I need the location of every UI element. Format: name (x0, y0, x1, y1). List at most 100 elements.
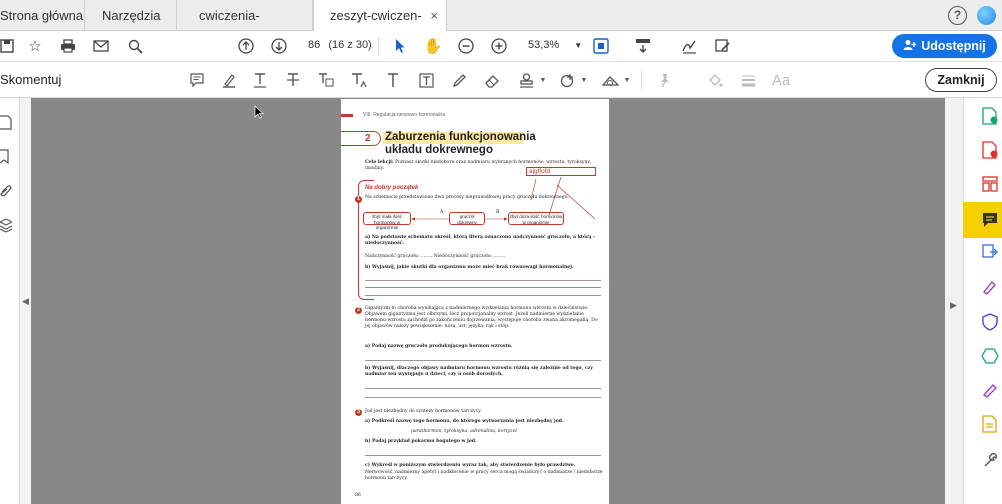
task-1a-answer: Nadczynność gruczołu: ........ Niedoczyn… (365, 254, 506, 259)
zoom-in-icon[interactable] (488, 35, 510, 57)
chevron-left-icon: ◀ (22, 296, 29, 306)
mouse-cursor-icon (254, 105, 264, 124)
right-panel-toggle[interactable]: ▶ (945, 98, 963, 504)
task-2a: a) Podaj nazwę gruczołu produkującego ho… (365, 344, 513, 349)
share-label: Udostępnij (921, 39, 986, 53)
add-user-icon (903, 39, 917, 54)
task-2-number: 2 (355, 307, 362, 314)
chevron-right-icon: ▶ (950, 300, 957, 310)
task-3b: b) Podaj przykład pokarmu bogatego w jod… (365, 439, 477, 444)
tab-tools[interactable]: Narzędzia (85, 0, 177, 31)
sign-icon[interactable] (678, 35, 700, 57)
answer-line (365, 280, 601, 281)
answer-line (365, 397, 601, 398)
avatar[interactable] (977, 6, 996, 25)
hand-tool-icon[interactable]: ✋ (422, 35, 444, 57)
tab-document-2[interactable]: zeszyt-cwiczen-puls... × (313, 0, 447, 54)
left-panel-toggle[interactable]: ◀ (20, 98, 31, 504)
scroll-mode-icon[interactable] (632, 35, 654, 57)
task-3-text: Jod jest niezbędny do syntezy hormonów t… (365, 409, 482, 414)
stamp-dropdown-icon[interactable]: ▼ (533, 70, 553, 90)
goal-label: Cele lekcji: (365, 160, 394, 165)
task-1-number: 1 (355, 196, 362, 203)
fit-page-icon[interactable] (590, 35, 612, 57)
page-header: VIII. Regulacja nerwowo-hormonalna (363, 112, 445, 118)
task-1-intro: Na schemacie przedstawiono dwa procesy n… (365, 195, 569, 200)
thumbnails-icon[interactable] (0, 115, 14, 131)
share-button[interactable]: Udostępnij (892, 34, 997, 58)
replace-text-icon[interactable] (316, 70, 336, 90)
eraser-icon[interactable] (482, 70, 502, 90)
enhance-scans-icon[interactable] (981, 347, 999, 365)
diagram-label-a: A (440, 210, 444, 215)
fill-and-sign-icon[interactable] (981, 278, 999, 296)
pin-icon[interactable] (655, 70, 675, 90)
create-pdf-icon[interactable] (981, 141, 999, 159)
annotation-text: ajgffofd (529, 168, 551, 175)
pdf-page[interactable]: VIII. Regulacja nerwowo-hormonalna 2 Zab… (341, 99, 609, 504)
add-text-icon[interactable] (383, 70, 403, 90)
zoom-select[interactable]: 53,3% ▼ (528, 39, 582, 51)
close-tab-icon[interactable]: × (430, 0, 438, 31)
highlight-icon[interactable] (219, 70, 239, 90)
chevron-down-icon: ▼ (574, 41, 583, 50)
task-3a: a) Podkreśl nazwę tego hormonu, do które… (365, 419, 564, 424)
divider (641, 70, 642, 90)
diagram-label-b: B (496, 210, 500, 215)
start-title: Na dobry początek (365, 185, 419, 191)
organize-pages-icon[interactable] (981, 175, 999, 193)
task-1b: b) Wyjaśnij, jakie skutki dla organizmu … (365, 265, 574, 270)
more-tools-document-icon[interactable] (981, 415, 999, 433)
previous-page-icon[interactable] (235, 35, 257, 57)
layers-icon[interactable] (0, 218, 14, 234)
save-icon[interactable] (0, 35, 18, 57)
main-toolbar: ☆ 86 (16 z 30) ✋ 53,3% ▼ (0, 31, 1002, 62)
pencil-icon[interactable] (449, 70, 469, 90)
protect-icon[interactable] (981, 313, 999, 331)
edit-pdf-icon[interactable] (981, 381, 999, 399)
search-icon[interactable] (124, 35, 146, 57)
diagram-right-box: zbyt duża ilość hormonów w organizmie (508, 212, 564, 225)
attachments-icon[interactable] (0, 184, 14, 200)
tab-tools-label: Narzędzia (102, 8, 161, 23)
section-number: 2 (365, 133, 371, 144)
text-font-icon[interactable]: Aa (771, 70, 791, 90)
tab-home[interactable]: Strona główna (0, 0, 85, 31)
line-style-icon[interactable] (738, 70, 758, 90)
select-cursor-icon[interactable] (389, 35, 411, 57)
export-pdf-icon[interactable] (981, 107, 999, 125)
combine-files-icon[interactable] (981, 244, 999, 262)
page-indicator[interactable]: 86 (16 z 30) (300, 39, 372, 51)
fill-color-icon[interactable] (705, 70, 725, 90)
task-1a: a) Na podstawie schematu określ, którą l… (365, 235, 596, 246)
answer-line (365, 455, 601, 456)
sticky-note-icon[interactable] (187, 70, 207, 90)
divider (378, 37, 379, 56)
page-number: 86 (355, 493, 361, 498)
comment-tool-icon[interactable] (981, 211, 999, 229)
bookmark-star-icon[interactable]: ☆ (24, 35, 46, 57)
tab-document-1[interactable]: cwiczenia-zintegro... (177, 0, 313, 54)
help-icon[interactable]: ? (948, 6, 967, 25)
comment-toolbar: Skomentuj ▼ ▼ ▼ Aa (0, 62, 1002, 98)
email-icon[interactable] (90, 35, 112, 57)
answer-line (365, 360, 601, 361)
bookmarks-icon[interactable] (0, 149, 14, 165)
text-box-icon[interactable] (416, 70, 436, 90)
tools-wrench-icon[interactable] (981, 451, 999, 469)
print-icon[interactable] (57, 35, 79, 57)
page-number-input[interactable]: 86 (308, 39, 320, 51)
underline-text-icon[interactable] (250, 70, 270, 90)
task-3a-options: parathormon, tyroksyna, adrenalina, kort… (411, 429, 517, 434)
fill-sign-icon[interactable] (711, 35, 733, 57)
next-page-icon[interactable] (268, 35, 290, 57)
comment-title: Skomentuj (0, 72, 62, 87)
attach-dropdown-icon[interactable]: ▼ (574, 70, 594, 90)
zoom-out-icon[interactable] (455, 35, 477, 57)
strikethrough-icon[interactable] (283, 70, 303, 90)
task-2-text: Gigantyzm to choroba wynikająca z nadmie… (365, 306, 598, 329)
answer-line (365, 388, 601, 389)
close-comment-button[interactable]: Zamknij (925, 68, 997, 92)
shapes-dropdown-icon[interactable]: ▼ (617, 70, 637, 90)
insert-text-icon[interactable] (349, 70, 369, 90)
